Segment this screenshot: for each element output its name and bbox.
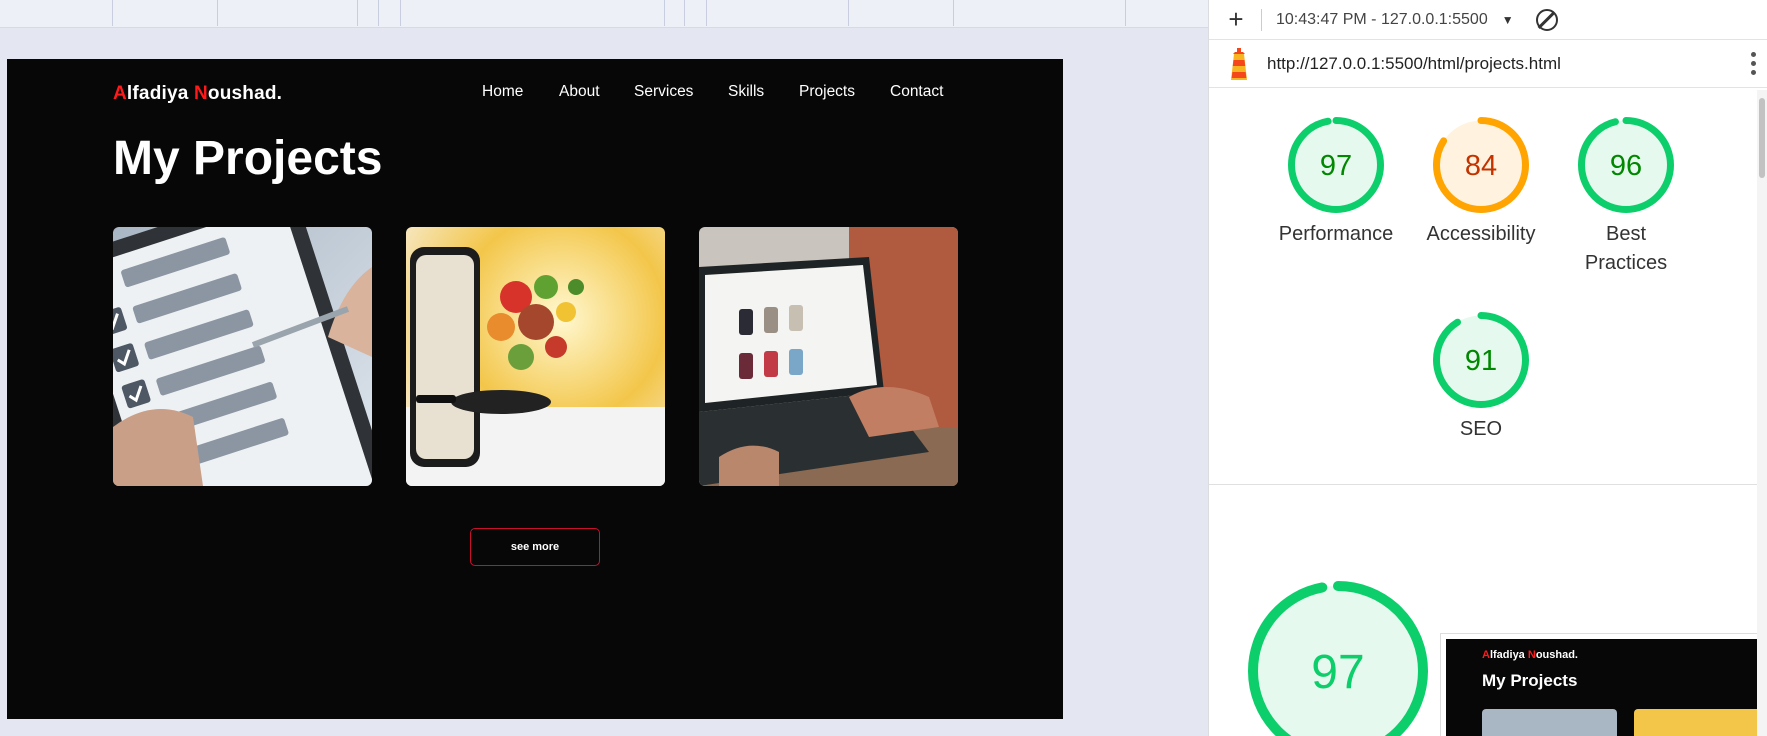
accessibility-gauge-ring: 84 xyxy=(1433,117,1529,213)
best-practices-gauge-ring: 96 xyxy=(1578,117,1674,213)
thumbnail-viewport: Alfadiya Noushad. My Projects xyxy=(1446,639,1759,736)
nav-home[interactable]: Home xyxy=(482,83,523,101)
gauge-label-performance: Performance xyxy=(1278,223,1394,245)
logo-initial-n: N xyxy=(194,83,208,104)
clear-report-block-icon[interactable] xyxy=(1535,8,1558,31)
nav-skills[interactable]: Skills xyxy=(728,83,764,101)
report-dropdown-caret-icon[interactable]: ▼ xyxy=(1502,13,1514,27)
nav-projects[interactable]: Projects xyxy=(799,83,855,101)
lighthouse-panel: + 10:43:47 PM - 127.0.0.1:5500 ▼ http://… xyxy=(1208,0,1767,736)
thumbnail-title: My Projects xyxy=(1482,671,1578,690)
report-toolbar: + 10:43:47 PM - 127.0.0.1:5500 ▼ xyxy=(1209,0,1767,40)
accessibility-score-value: 84 xyxy=(1465,150,1497,182)
thumbnail-logo: Alfadiya Noushad. xyxy=(1482,649,1578,661)
site-logo[interactable]: Alfadiya Noushad. xyxy=(113,83,282,105)
thumbnail-card-2 xyxy=(1634,709,1759,736)
section-divider xyxy=(1209,484,1767,485)
ruler-strip xyxy=(0,0,1210,28)
gauge-performance[interactable]: 97 Performance xyxy=(1271,116,1401,249)
logo-last-name: oushad. xyxy=(207,83,283,104)
performance-big-gauge-ring: 97 xyxy=(1248,581,1428,736)
page-title: My Projects xyxy=(113,132,383,185)
logo-first-name: lfadiya xyxy=(126,83,194,104)
nav-services[interactable]: Services xyxy=(634,83,693,101)
gauge-seo[interactable]: 91 SEO xyxy=(1416,311,1546,444)
thumbnail-logo-first: lfadiya xyxy=(1489,649,1528,661)
performance-score-value: 97 xyxy=(1320,150,1352,182)
thumbnail-card-1 xyxy=(1482,709,1617,736)
gauge-label-seo: SEO xyxy=(1459,418,1503,440)
project-card-store[interactable] xyxy=(699,227,958,486)
new-report-plus-icon[interactable]: + xyxy=(1223,4,1249,35)
thumbnail-logo-last: oushad. xyxy=(1535,649,1578,661)
project-card-food[interactable] xyxy=(406,227,665,486)
performance-big-gauge[interactable]: 97 xyxy=(1247,580,1429,736)
lighthouse-logo-icon xyxy=(1231,47,1247,80)
site-viewport: Alfadiya Noushad. Home About Services Sk… xyxy=(7,59,1063,719)
seo-gauge-ring: 91 xyxy=(1433,312,1529,408)
more-options-icon[interactable] xyxy=(1751,52,1757,75)
page-screenshot-thumbnail[interactable]: Alfadiya Noushad. My Projects xyxy=(1440,633,1760,736)
toolbar-separator xyxy=(1261,8,1262,31)
thumbnail-logo-initial-n: N xyxy=(1527,649,1536,661)
thumbnail-logo-initial-a: A xyxy=(1482,649,1490,661)
seo-score-value: 91 xyxy=(1465,345,1497,377)
panel-scrollbar[interactable] xyxy=(1757,90,1767,736)
big-performance-score-value: 97 xyxy=(1311,646,1364,699)
scrollbar-thumb[interactable] xyxy=(1759,98,1765,178)
gauge-label-best-practices: Best Practices xyxy=(1584,223,1668,274)
logo-initial-a: A xyxy=(113,83,127,104)
laptop-store-image xyxy=(699,227,958,486)
phone-food-image xyxy=(406,227,665,486)
gauge-accessibility[interactable]: 84 Accessibility xyxy=(1416,116,1546,249)
report-url: http://127.0.0.1:5500/html/projects.html xyxy=(1267,53,1561,73)
best-practices-score-value: 96 xyxy=(1610,150,1642,182)
project-card-checklist[interactable] xyxy=(113,227,372,486)
gauge-best-practices[interactable]: 96 Best Practices xyxy=(1561,116,1691,278)
see-more-button[interactable]: see more xyxy=(470,528,600,566)
report-url-bar: http://127.0.0.1:5500/html/projects.html xyxy=(1209,40,1767,88)
report-selector[interactable]: 10:43:47 PM - 127.0.0.1:5500 xyxy=(1276,11,1488,29)
tablet-checklist-image xyxy=(113,227,372,486)
gauge-label-accessibility: Accessibility xyxy=(1426,223,1536,245)
nav-contact[interactable]: Contact xyxy=(890,83,943,101)
nav-about[interactable]: About xyxy=(559,83,600,101)
performance-gauge-ring: 97 xyxy=(1288,117,1384,213)
